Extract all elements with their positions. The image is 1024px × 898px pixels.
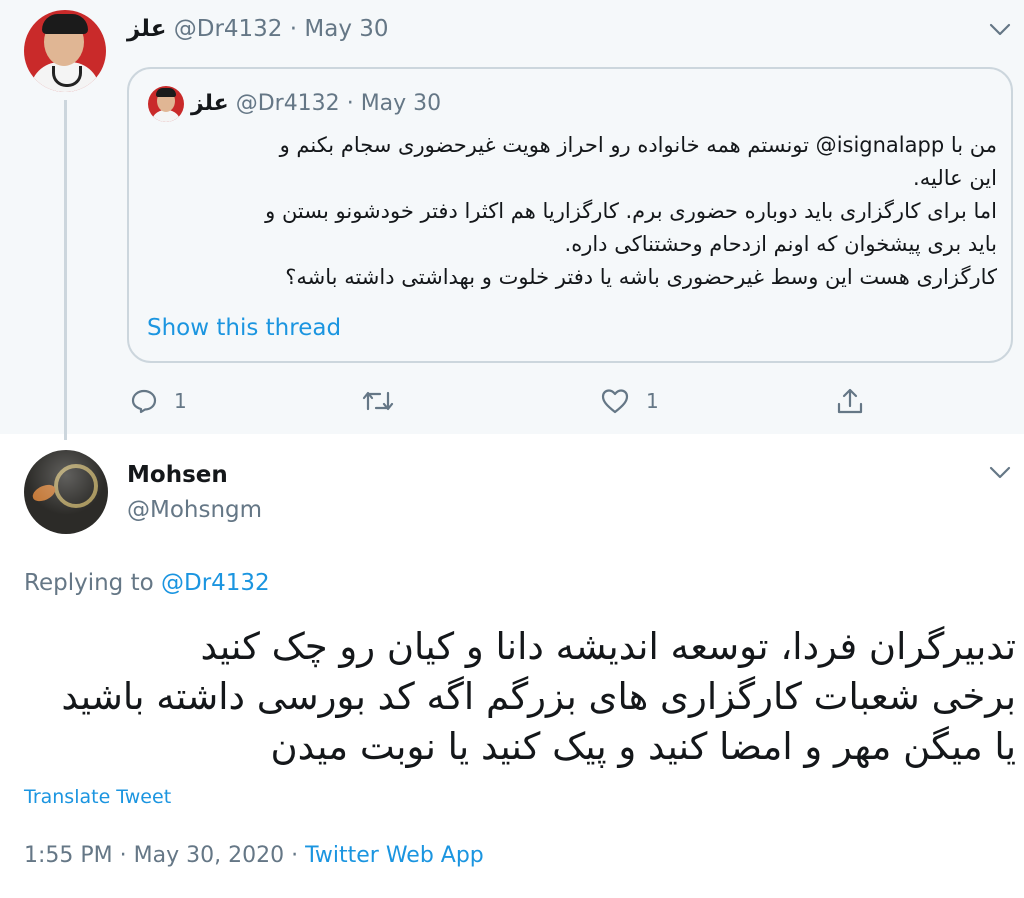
source-app-link[interactable]: Twitter Web App: [305, 843, 484, 868]
parent-tweet[interactable]: علز @Dr4132 · May 30 علز @Dr4132 · May 3…: [0, 0, 1024, 440]
author-name[interactable]: علز: [127, 16, 166, 42]
share-button[interactable]: [835, 384, 865, 418]
reply-count: 1: [174, 389, 187, 413]
chevron-down-icon[interactable]: [988, 22, 1012, 42]
tweet-date: May 30: [360, 91, 442, 116]
avatar[interactable]: [24, 450, 108, 534]
quoted-tweet-card[interactable]: علز @Dr4132 · May 30 من با isignalapp@ ت…: [127, 67, 1013, 363]
like-icon: [600, 387, 630, 415]
tweet-full-date[interactable]: May 30, 2020: [134, 843, 284, 868]
reply-button[interactable]: 1: [130, 384, 187, 418]
text-line: یا میگن مهر و امضا کنید و پیک کنید یا نو…: [270, 725, 1016, 768]
author-handle[interactable]: @Mohsngm: [127, 497, 262, 523]
author-name[interactable]: Mohsen: [127, 462, 228, 488]
separator: ·: [346, 91, 354, 116]
reply-icon: [130, 387, 158, 415]
author-name: علز: [191, 91, 229, 116]
thread-connector-line: [64, 100, 67, 440]
text-line: اما برای کارگزاری باید دوباره حضوری برم.…: [265, 199, 997, 223]
replying-to-handle[interactable]: @Dr4132: [161, 570, 270, 596]
text-line: من با isignalapp@ تونستم همه خانواده رو …: [279, 133, 997, 157]
like-button[interactable]: 1: [600, 384, 659, 418]
like-count: 1: [646, 389, 659, 413]
text-line: باید بری پیشخوان که اونم ازدحام وحشتناکی…: [564, 232, 997, 256]
tweet-timestamp: 1:55 PM · May 30, 2020 · Twitter Web App: [24, 843, 484, 868]
tweet-date[interactable]: May 30: [304, 16, 388, 42]
tweet-text: تدبیرگران فردا، توسعه اندیشه دانا و کیان…: [24, 622, 1016, 772]
share-icon: [835, 386, 865, 416]
author-handle: @Dr4132: [235, 91, 340, 116]
replying-to: Replying to @Dr4132: [24, 570, 270, 596]
retweet-icon: [361, 387, 395, 415]
text-line: برخی شعبات کارگزاری های بزرگم اگه کد بور…: [61, 675, 1016, 718]
text-line: این عالیه.: [913, 166, 997, 190]
author-handle[interactable]: @Dr4132: [174, 16, 283, 42]
retweet-button[interactable]: [361, 384, 411, 418]
separator: ·: [289, 16, 298, 42]
avatar: [148, 86, 184, 122]
quoted-tweet-text: من با isignalapp@ تونستم همه خانواده رو …: [147, 129, 997, 294]
chevron-down-icon[interactable]: [988, 465, 1012, 485]
quoted-tweet-header: علز @Dr4132 · May 30: [191, 91, 441, 116]
show-thread-link[interactable]: Show this thread: [147, 315, 341, 341]
avatar[interactable]: [24, 10, 106, 92]
separator: ·: [119, 843, 127, 868]
parent-tweet-header: علز @Dr4132 · May 30: [127, 16, 389, 42]
tweet-time[interactable]: 1:55 PM: [24, 843, 113, 868]
separator: ·: [291, 843, 299, 868]
text-line: کارگزاری هست این وسط غیرحضوری باشه یا دف…: [285, 265, 997, 289]
translate-tweet-link[interactable]: Translate Tweet: [24, 786, 171, 808]
replying-prefix: Replying to: [24, 570, 154, 596]
text-line: تدبیرگران فردا، توسعه اندیشه دانا و کیان…: [200, 625, 1016, 668]
